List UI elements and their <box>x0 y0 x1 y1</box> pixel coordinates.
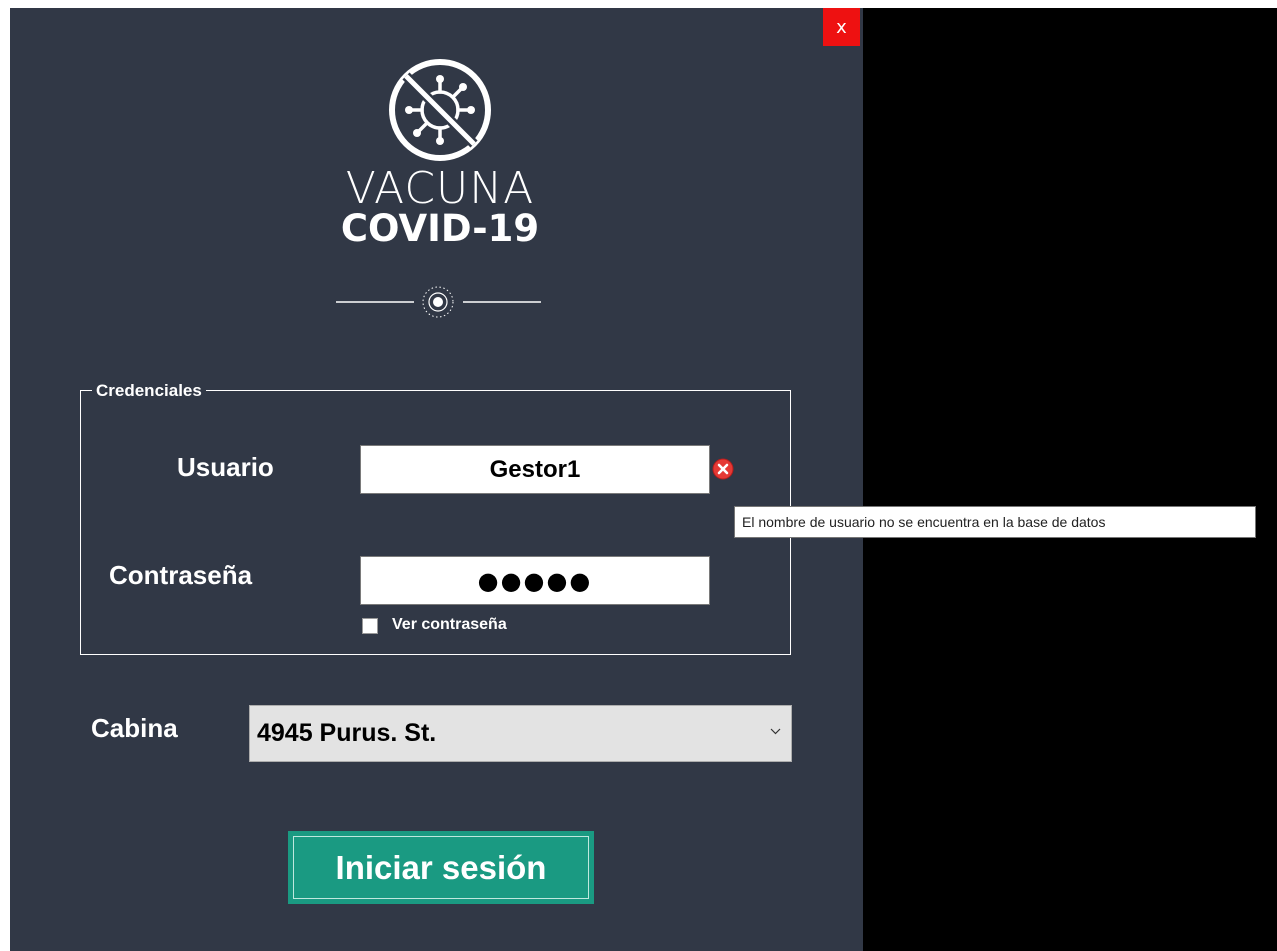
cabina-label: Cabina <box>91 713 178 743</box>
contrasena-label: Contraseña <box>109 560 253 590</box>
show-password-label[interactable]: Ver contraseña <box>392 616 507 634</box>
close-button[interactable]: x <box>823 8 860 46</box>
usuario-label: Usuario <box>177 452 274 482</box>
error-circle-icon <box>712 458 734 480</box>
usuario-input[interactable]: Gestor1 <box>360 445 710 494</box>
show-password-checkbox[interactable] <box>362 618 378 634</box>
error-tooltip: El nombre de usuario no se encuentra en … <box>734 506 1256 538</box>
cabina-selected-value: 4945 Purus. St. <box>257 719 437 747</box>
login-button[interactable]: Iniciar sesión <box>288 831 594 904</box>
chevron-down-icon <box>770 728 781 735</box>
contrasena-input[interactable]: ●●●●● <box>360 556 710 605</box>
national-seal-icon <box>336 286 541 318</box>
virus-crossed-icon <box>389 59 491 161</box>
cabina-dropdown[interactable]: 4945 Purus. St. <box>249 705 792 762</box>
logo-title-covid: COVID-19 <box>340 207 540 250</box>
login-button-label: Iniciar sesión <box>293 836 589 899</box>
credentials-legend: Credenciales <box>92 380 206 402</box>
background-area <box>863 8 1277 951</box>
